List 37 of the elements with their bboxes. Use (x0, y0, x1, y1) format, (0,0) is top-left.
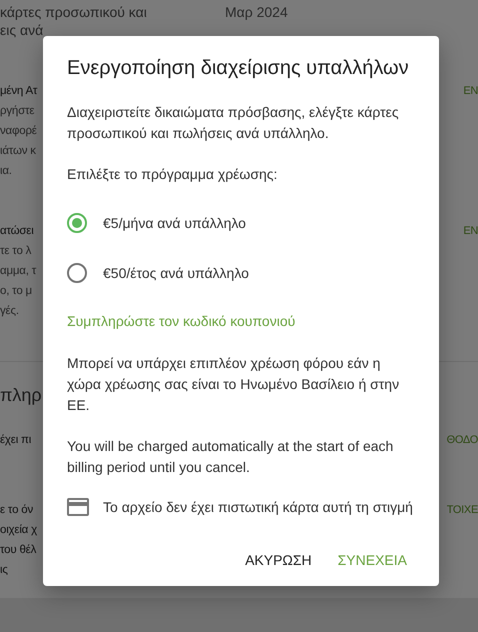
plan-prompt: Επιλέξτε το πρόγραμμα χρέωσης: (67, 165, 278, 184)
payment-description: του θέλ (0, 543, 37, 558)
feature-description: τε το λ (0, 244, 32, 259)
credit-card-icon (67, 498, 89, 516)
enable-link[interactable]: ΕΝ (463, 221, 478, 241)
feature-title: μένη Ατ (0, 84, 38, 99)
feature-description: ο, το μ (0, 284, 33, 299)
tax-note: Μπορεί να υπάρχει επιπλέον χρέωση φόρου εάν η χώρα χρέωσης σας είναι το Ηνωμένο Βασίλειο ή στην ΕΕ. (67, 354, 400, 415)
plan-option[interactable]: €5/μήνα ανά υπάλληλο (67, 205, 415, 241)
feature-description: ναφορέ (0, 124, 38, 139)
coupon-link[interactable]: Συμπληρώστε τον κωδικό κουπονιού (67, 311, 296, 331)
payment-description: ε το όν (0, 503, 34, 518)
plan-option[interactable]: €50/έτος ανά υπάλληλο (67, 255, 415, 291)
section-heading: πληρ (0, 384, 42, 407)
description-text: Διαχειριστείτε δικαιώματα πρόσβασης, ελέγξτε κάρτες προσωπικού και πωλήσεις ανά υπάλληλο. (67, 103, 400, 143)
enable-link[interactable]: ΕΝ (463, 81, 478, 101)
feature-description: ιάτων κ (0, 144, 37, 159)
continue-button[interactable]: ΣΥΝΕΧΕΙΑ (330, 542, 415, 578)
billing-note: You will be charged automatically at the start of each billing period until you cancel. (67, 437, 394, 477)
date-text: Μαρ 2024 (225, 3, 288, 22)
payment-link[interactable]: ΤΟΙΧΕ (446, 500, 478, 520)
description-text: κάρτες προσωπικού και (0, 3, 148, 21)
feature-title: ατώσει (0, 224, 35, 239)
feature-description: αμμα, τ (0, 264, 36, 279)
card-notice: Το αρχείο δεν έχει πιστωτική κάρτα αυτή τη στιγμή (103, 499, 413, 515)
feature-description: ργήστε (0, 104, 36, 119)
payment-description: οιχεία χ (0, 523, 37, 538)
radio-button[interactable] (67, 263, 87, 283)
feature-description: γές. (0, 304, 20, 319)
payment-description: έχει πι (0, 433, 32, 448)
cancel-button[interactable]: ΑΚΥΡΩΣΗ (237, 542, 320, 578)
description-text: εις ανά (0, 21, 44, 39)
radio-button[interactable] (67, 213, 87, 233)
payment-link[interactable]: ΘΟΔΟ (446, 430, 478, 450)
feature-description: ια. (0, 164, 13, 179)
dialog-title: Ενεργοποίηση διαχείρισης υπαλλήλων (67, 56, 410, 81)
payment-description: ις (0, 563, 9, 578)
